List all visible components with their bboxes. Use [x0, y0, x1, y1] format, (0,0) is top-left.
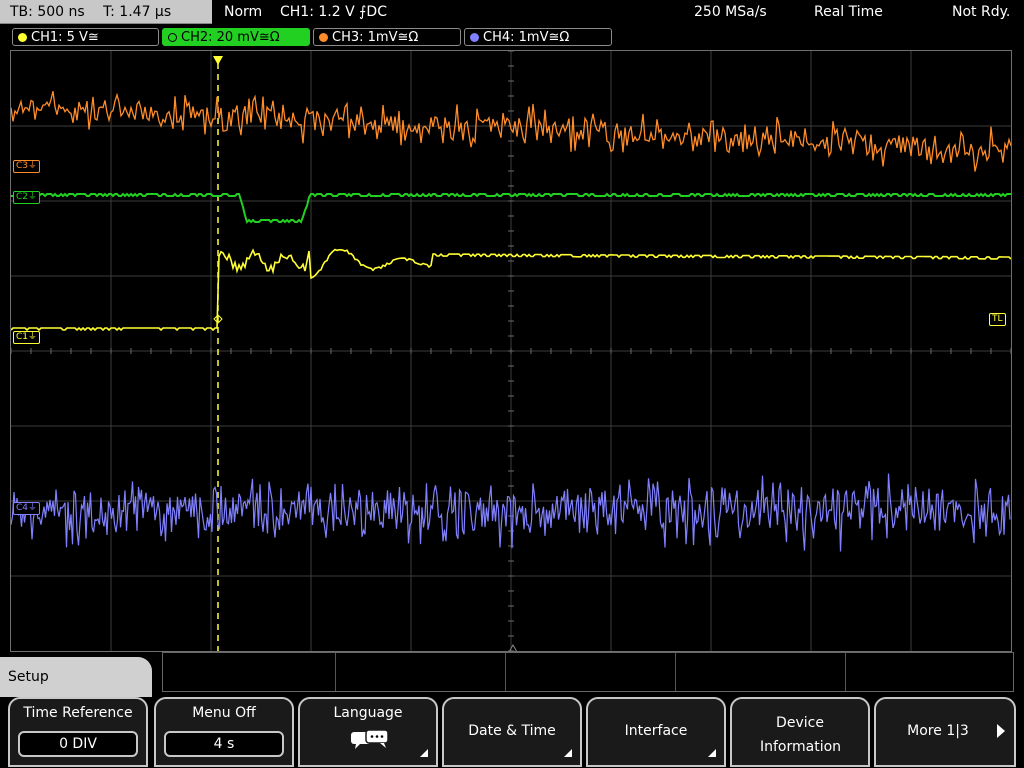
- softkey-label: Interface: [624, 723, 688, 739]
- horizontal-center-icon: [508, 643, 518, 651]
- softkey-more[interactable]: More 1|3: [874, 697, 1016, 767]
- trigger-level-marker[interactable]: TL: [989, 313, 1006, 326]
- submenu-indicator-icon: [708, 749, 716, 757]
- timebase-box[interactable]: TB: 500 ns T: 1.47 µs: [0, 0, 212, 24]
- channel-tab-ch1[interactable]: CH1: 5 V≅: [12, 28, 159, 46]
- speech-bubbles-icon: [351, 729, 389, 749]
- channel-label: CH3: 1mV≅Ω: [332, 30, 419, 45]
- channel-label: CH2: 20 mV≅Ω: [181, 30, 280, 45]
- channel-tab-ch4[interactable]: CH4: 1mV≅Ω: [464, 28, 612, 46]
- ch2-dot-icon: [168, 33, 177, 42]
- ready-state: Not Rdy.: [952, 4, 1011, 20]
- softkey-interface[interactable]: Interface: [586, 697, 726, 767]
- ch1-ground-marker[interactable]: C1⏚: [13, 331, 41, 344]
- ch3-dot-icon: [319, 33, 328, 42]
- waveform-canvas: [11, 51, 1011, 651]
- acquisition-mode: Real Time: [814, 4, 883, 20]
- channel-label: CH1: 5 V≅: [31, 30, 99, 45]
- softkey-menu-off[interactable]: Menu Off 4 s: [154, 697, 294, 767]
- softkey-time-reference[interactable]: Time Reference 0 DIV: [8, 697, 148, 767]
- time-reference-value: 0 DIV: [18, 731, 138, 757]
- softkey-device-information[interactable]: Device Information: [730, 697, 870, 767]
- trigger-position-icon: [213, 56, 223, 65]
- menu-title: Setup: [0, 657, 152, 697]
- waveform-display[interactable]: C3⏚ C2⏚ C1⏚ C4⏚ TL: [10, 50, 1012, 652]
- status-bar: TB: 500 ns T: 1.47 µs Norm CH1: 1.2 V ⨍D…: [0, 0, 1024, 26]
- ch1-dot-icon: [18, 33, 27, 42]
- timebase: TB: 500 ns: [10, 4, 85, 20]
- ch3-ground-marker[interactable]: C3⏚: [13, 160, 41, 173]
- message-area: [162, 652, 1014, 692]
- trigger-source[interactable]: CH1: 1.2 V ⨍DC: [280, 2, 387, 22]
- channel-label: CH4: 1mV≅Ω: [483, 30, 570, 45]
- softkey-label: Menu Off: [192, 705, 256, 721]
- sample-rate: 250 MSa/s: [694, 4, 767, 20]
- softkey-language[interactable]: Language: [298, 697, 438, 767]
- channel-tab-ch2[interactable]: CH2: 20 mV≅Ω: [162, 28, 310, 46]
- trigger-mode[interactable]: Norm: [224, 2, 262, 22]
- ch4-dot-icon: [470, 33, 479, 42]
- menu-off-value: 4 s: [164, 731, 284, 757]
- submenu-indicator-icon: [564, 749, 572, 757]
- softkey-label: Device Information: [760, 715, 842, 755]
- softkey-label: More 1|3: [907, 723, 969, 739]
- softkey-label: Date & Time: [468, 723, 556, 739]
- softkey-date-time[interactable]: Date & Time: [442, 697, 582, 767]
- ch2-ground-marker[interactable]: C2⏚: [13, 191, 41, 204]
- submenu-indicator-icon: [420, 749, 428, 757]
- ch4-ground-marker[interactable]: C4⏚: [13, 502, 41, 515]
- softkey-label: Time Reference: [23, 705, 133, 721]
- softkey-label: Language: [333, 705, 403, 721]
- trigger-time: T: 1.47 µs: [103, 4, 172, 20]
- next-page-icon: [997, 724, 1005, 738]
- channel-tab-ch3[interactable]: CH3: 1mV≅Ω: [313, 28, 461, 46]
